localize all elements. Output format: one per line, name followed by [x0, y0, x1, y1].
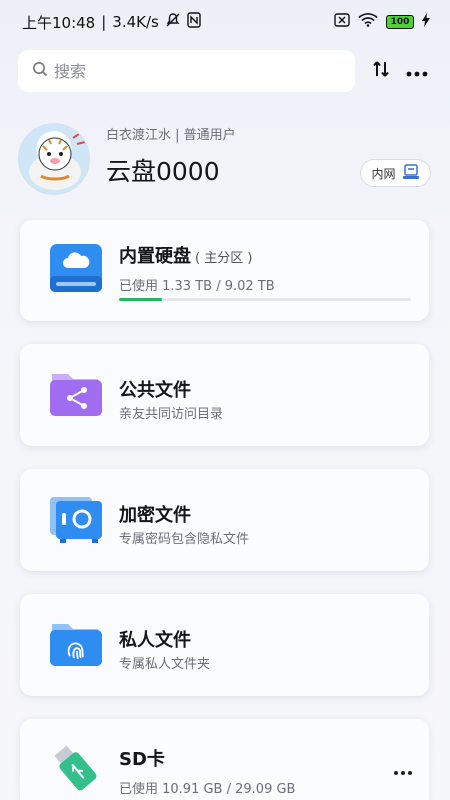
card-title: 私人文件	[119, 630, 191, 651]
share-folder-icon	[48, 368, 104, 424]
network-badge-label: 内网	[371, 166, 396, 181]
status-speed: 3.4K/s	[112, 13, 159, 31]
card-title-text: 内置硬盘	[119, 246, 191, 267]
card-internal-disk[interactable]: 内置硬盘 ( 主分区 ) 已使用 1.33 TB / 9.02 TB	[20, 220, 429, 321]
dot	[394, 771, 398, 775]
battery-indicator: 100	[386, 15, 414, 29]
storage-progress-bar	[119, 298, 411, 301]
transfer-sort-button[interactable]	[369, 59, 393, 83]
dot	[408, 771, 412, 775]
card-sd-card[interactable]: SD卡 已使用 10.91 GB / 29.09 GB	[20, 719, 429, 800]
safe-icon	[48, 495, 104, 551]
status-time: 上午10:48	[22, 13, 96, 32]
avatar[interactable]	[18, 123, 90, 195]
card-title: SD卡	[119, 749, 165, 770]
search-row	[18, 50, 432, 92]
sd-card-more-button[interactable]	[391, 766, 415, 780]
charging-icon	[422, 13, 430, 31]
more-dots-icon	[406, 62, 428, 81]
card-private-files[interactable]: 私人文件 专属私人文件夹	[20, 594, 429, 696]
card-description: 亲友共同访问目录	[119, 407, 224, 422]
mute-icon	[165, 12, 181, 32]
user-subtitle: 白衣渡江水 | 普通用户	[106, 128, 236, 143]
usb-drive-icon	[48, 741, 104, 797]
fingerprint-folder-icon	[48, 620, 104, 676]
status-divider: |	[101, 13, 107, 31]
partition-tag: ( 主分区 )	[195, 251, 253, 266]
router-icon	[402, 163, 420, 183]
card-encrypted-files[interactable]: 加密文件 专属密码包含隐私文件	[20, 469, 429, 571]
storage-progress-fill	[119, 298, 162, 301]
card-description: 专属私人文件夹	[119, 657, 211, 672]
menu-more-button[interactable]	[405, 59, 429, 83]
status-bar: 上午10:48 | 3.4K/s 100	[0, 0, 450, 44]
search-input[interactable]	[54, 61, 314, 81]
network-badge[interactable]: 内网	[360, 159, 431, 187]
card-title: 加密文件	[119, 505, 191, 526]
transfer-arrows-icon	[372, 59, 390, 83]
search-box[interactable]	[18, 50, 355, 92]
card-usage-text: 已使用 10.91 GB / 29.09 GB	[119, 782, 296, 797]
status-left: 上午10:48 | 3.4K/s	[22, 12, 201, 33]
nfc-icon	[187, 12, 201, 32]
wifi-icon	[358, 13, 378, 31]
card-title: 公共文件	[119, 380, 191, 401]
user-name: 云盘0000	[106, 157, 220, 186]
cloud-drive-icon	[48, 240, 104, 296]
tiger-avatar-icon	[29, 133, 86, 190]
card-public-files[interactable]: 公共文件 亲友共同访问目录	[20, 344, 429, 446]
dot	[401, 771, 405, 775]
card-title: 内置硬盘 ( 主分区 )	[119, 242, 252, 268]
card-usage-text: 已使用 1.33 TB / 9.02 TB	[119, 279, 275, 294]
sim-off-icon	[334, 13, 350, 31]
card-description: 专属密码包含隐私文件	[119, 532, 250, 547]
status-right: 100	[334, 13, 430, 31]
search-icon	[32, 61, 48, 81]
